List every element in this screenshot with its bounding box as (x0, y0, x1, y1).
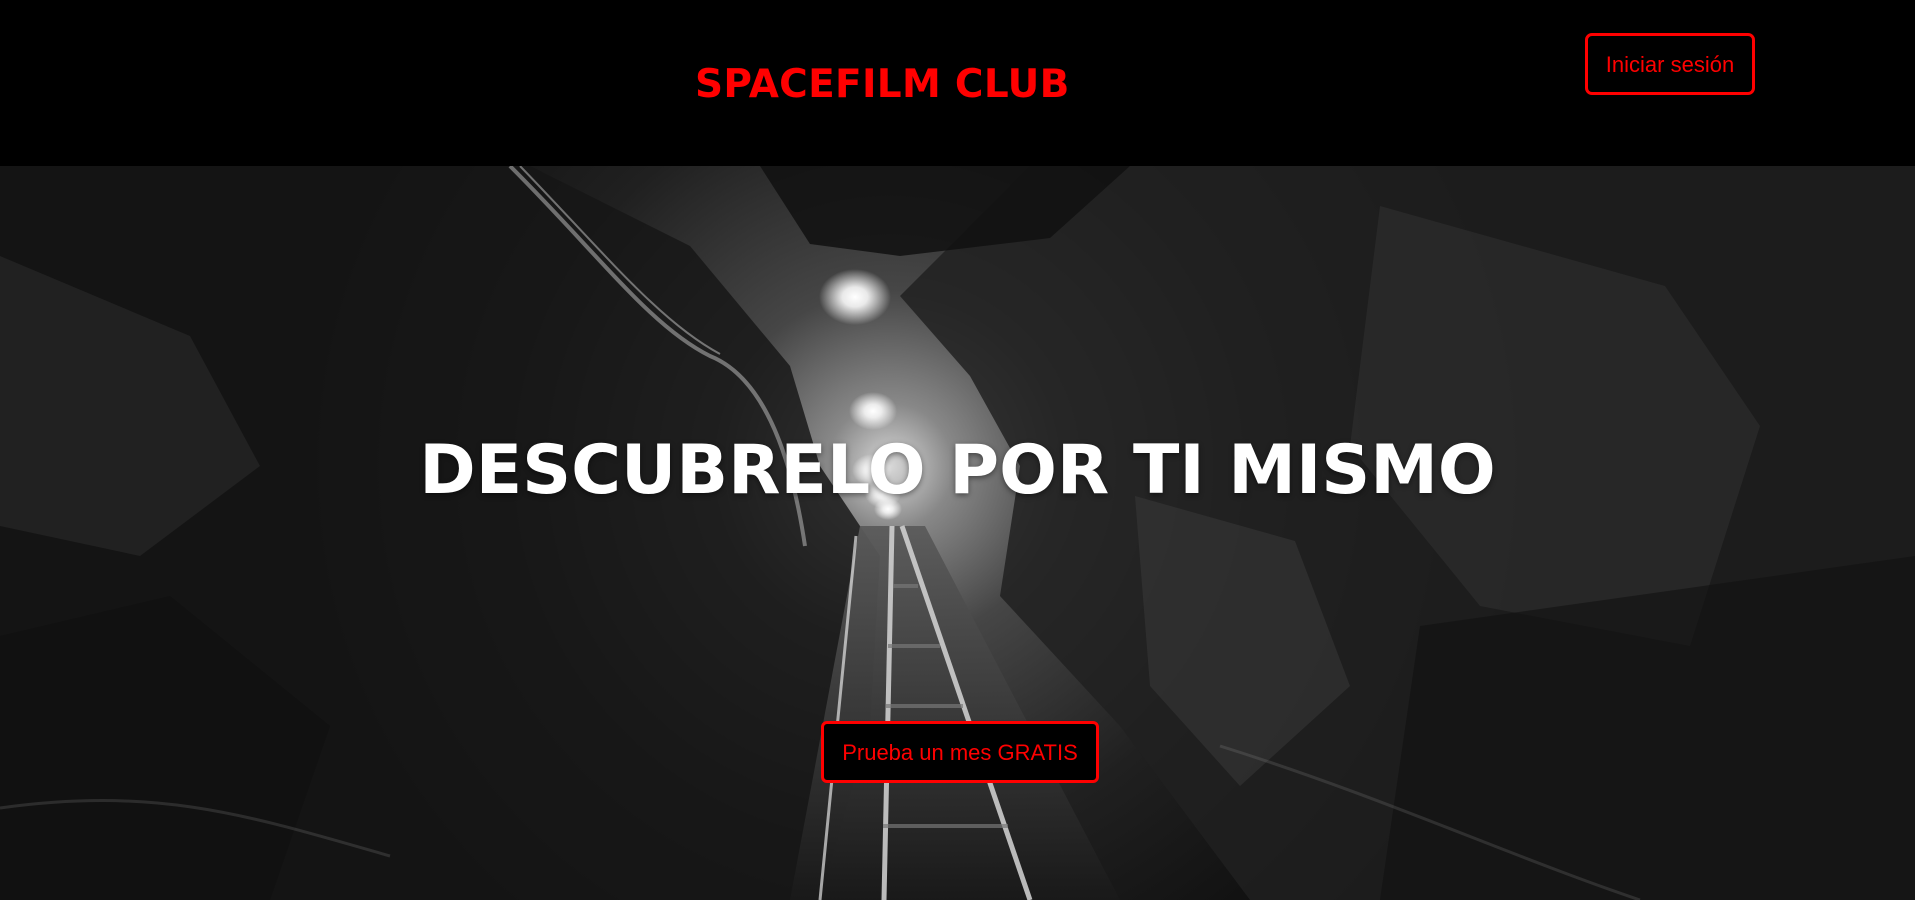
hero-background-image (0, 166, 1915, 900)
site-header: SPACEFILM CLUB Iniciar sesión (0, 0, 1915, 166)
hero-title: DESCUBRELO POR TI MISMO (419, 430, 1496, 510)
brand-logo[interactable]: SPACEFILM CLUB (695, 60, 1069, 110)
free-trial-button[interactable]: Prueba un mes GRATIS (821, 721, 1099, 783)
login-button[interactable]: Iniciar sesión (1585, 33, 1755, 95)
landing-page: SPACEFILM CLUB Iniciar sesión DESCUBRELO… (0, 0, 1915, 900)
hero-section: DESCUBRELO POR TI MISMO Prueba un mes GR… (0, 166, 1915, 900)
